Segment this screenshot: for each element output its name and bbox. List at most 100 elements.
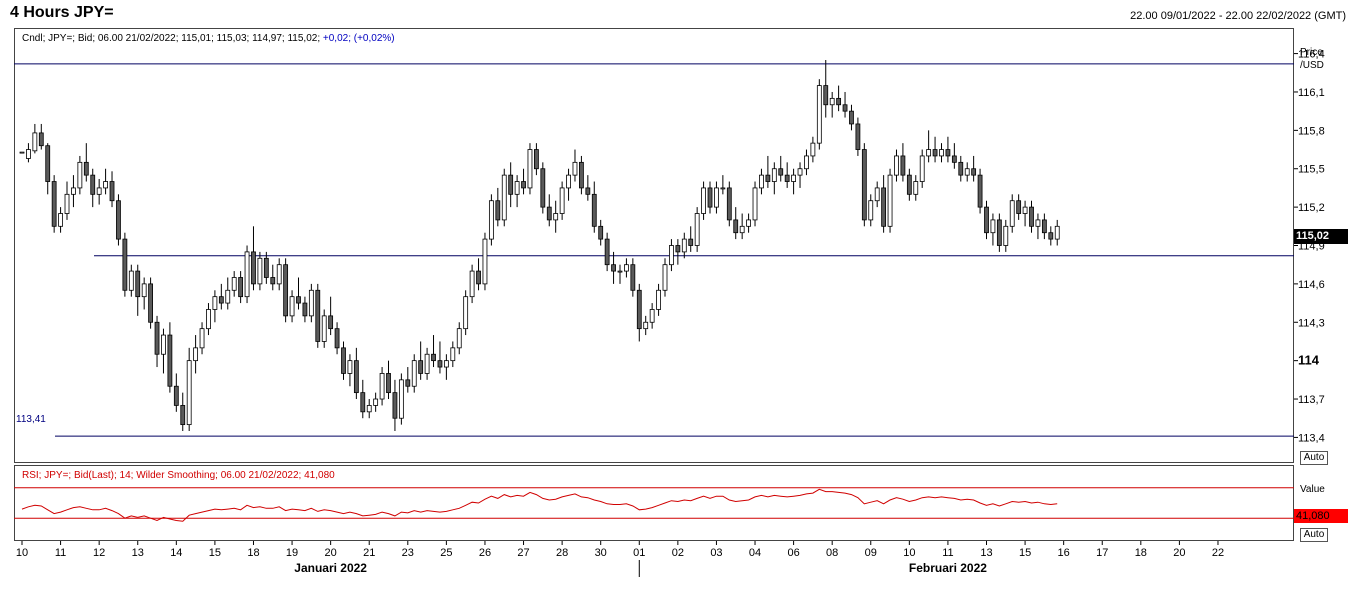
- candle-body: [51, 181, 57, 227]
- candle-body: [360, 392, 366, 413]
- candle-body: [167, 334, 173, 387]
- candle-body: [90, 174, 96, 195]
- candle-body: [96, 187, 102, 195]
- candle-body: [32, 132, 38, 152]
- x-axis-month-label: Januari 2022: [294, 561, 367, 575]
- candle-body: [19, 151, 25, 154]
- candle-body: [527, 149, 533, 189]
- price-axis-tick-label: 115,5: [1298, 164, 1325, 176]
- candle-body: [431, 353, 436, 362]
- candle-body: [173, 385, 179, 406]
- candle-body: [308, 289, 314, 317]
- candle-body: [984, 206, 989, 234]
- candle-body: [546, 206, 552, 221]
- candle-body: [193, 347, 199, 362]
- candle-body: [148, 283, 154, 323]
- candle-body: [488, 200, 494, 240]
- candle-body: [482, 238, 488, 285]
- candle-body: [231, 277, 237, 291]
- candle-body: [842, 104, 848, 112]
- x-axis-tick-label: 03: [710, 547, 722, 559]
- candle-body: [669, 245, 674, 266]
- candle-body: [733, 219, 739, 234]
- candle-body: [135, 270, 141, 298]
- candle-body: [83, 161, 89, 176]
- candle-body: [624, 264, 629, 272]
- candle-body: [296, 296, 301, 304]
- candle-body: [212, 296, 218, 310]
- candle-body: [964, 168, 970, 176]
- candle-body: [463, 296, 469, 330]
- candle-body: [334, 328, 340, 349]
- candle-body: [913, 181, 919, 195]
- x-axis-tick-label: 21: [363, 547, 375, 559]
- candle-body: [328, 315, 334, 330]
- x-axis-tick-label: 08: [826, 547, 838, 559]
- candle-body: [398, 379, 404, 419]
- candle-body: [437, 360, 443, 368]
- candle-body: [816, 85, 822, 144]
- candle-body: [1016, 200, 1022, 214]
- candle-body: [849, 110, 854, 125]
- candle-body: [71, 187, 76, 195]
- candle-body: [1029, 206, 1034, 227]
- candle-body: [77, 161, 83, 189]
- rsi-auto-scale-button[interactable]: Auto: [1300, 528, 1328, 542]
- x-axis-tick-label: 18: [1135, 547, 1147, 559]
- x-axis-tick-label: 15: [1019, 547, 1031, 559]
- candle-body: [495, 200, 501, 221]
- price-axis-tick-label: 114: [1298, 353, 1320, 368]
- candle-body: [141, 283, 147, 298]
- candle-body: [688, 238, 694, 246]
- x-axis-tick-label: 19: [286, 547, 298, 559]
- candle-body: [501, 174, 507, 221]
- x-axis-tick-label: 25: [440, 547, 452, 559]
- candle-body: [932, 149, 938, 157]
- x-axis-tick-label: 11: [55, 547, 66, 559]
- candle-body: [116, 200, 121, 240]
- candle-body: [315, 289, 321, 342]
- candle-body: [540, 168, 546, 208]
- candle-body: [617, 270, 623, 273]
- candle-body: [906, 174, 912, 195]
- x-axis-tick-label: 09: [865, 547, 877, 559]
- price-legend: Cndl; JPY=; Bid; 06.00 21/02/2022; 115,0…: [22, 33, 395, 44]
- candle-body: [726, 187, 732, 221]
- candle-body: [765, 174, 771, 182]
- price-axis-title: Price /USD: [1300, 46, 1324, 72]
- candle-body: [1003, 225, 1009, 246]
- candle-body: [990, 219, 996, 234]
- candle-body: [418, 360, 424, 374]
- candle-body: [1054, 225, 1060, 240]
- x-axis-tick-label: 20: [1173, 547, 1185, 559]
- candle-body: [456, 328, 462, 349]
- candle-body: [720, 187, 726, 190]
- candle-body: [694, 213, 700, 246]
- candle-body: [714, 187, 719, 208]
- candle-body: [347, 360, 353, 374]
- candle-body: [681, 238, 687, 253]
- candle-body: [180, 405, 186, 426]
- candle-body: [103, 181, 108, 189]
- candle-body: [971, 168, 977, 176]
- price-axis-tick-label: 115,2: [1298, 202, 1325, 214]
- chart-canvas[interactable]: 113,4113,7114114,3114,6114,9115,2115,511…: [0, 0, 1352, 596]
- x-axis-tick-label: 26: [479, 547, 491, 559]
- candle-body: [977, 174, 983, 208]
- candle-body: [707, 187, 713, 208]
- candle-body: [604, 238, 610, 266]
- support-level-label: 113,41: [16, 414, 46, 425]
- candle-body: [514, 181, 520, 195]
- candle-body: [759, 174, 764, 189]
- last-price-marker: 115,02: [1294, 229, 1348, 244]
- candle-body: [996, 219, 1002, 246]
- price-legend-change: +0,02; (+0,02%): [322, 33, 395, 44]
- x-axis-tick-label: 30: [595, 547, 607, 559]
- candle-body: [379, 373, 385, 400]
- candle-body: [881, 187, 887, 227]
- candle-body: [251, 251, 256, 285]
- price-auto-scale-button[interactable]: Auto: [1300, 451, 1328, 465]
- x-axis-tick-label: 06: [787, 547, 799, 559]
- candle-body: [585, 187, 591, 195]
- x-axis-tick-label: 13: [980, 547, 992, 559]
